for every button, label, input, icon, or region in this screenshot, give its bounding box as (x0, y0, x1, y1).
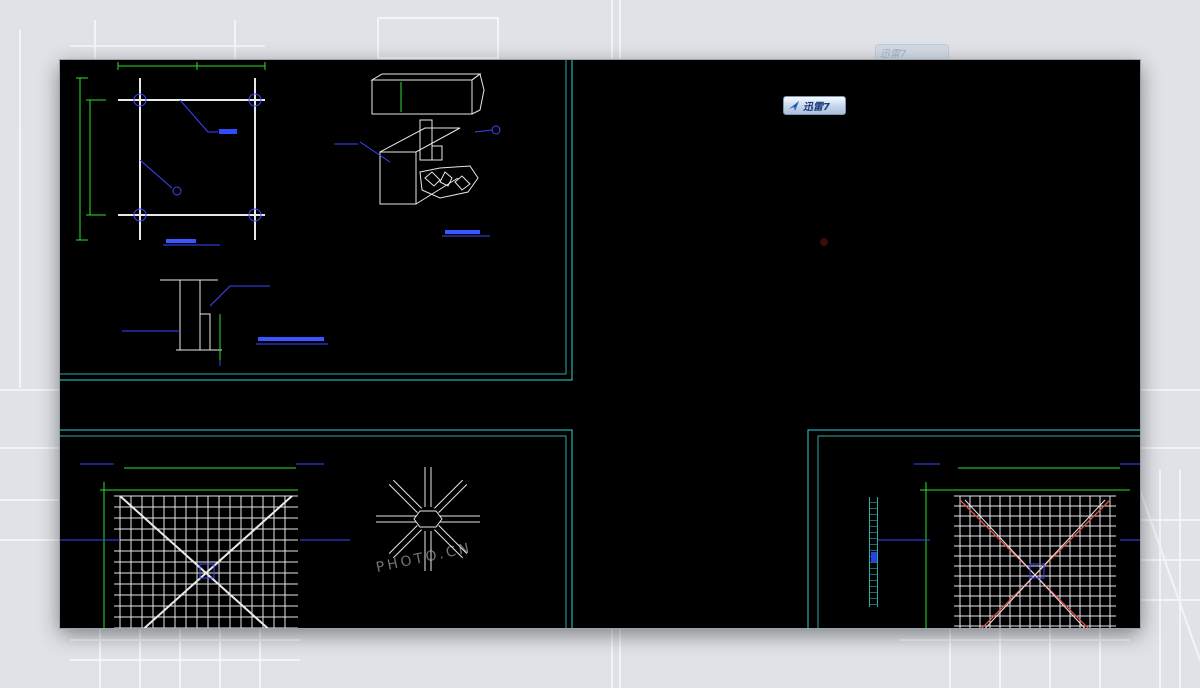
cad-drawing-viewport[interactable] (60, 60, 1140, 628)
xunlei-label: 迅雷7 (803, 102, 830, 113)
column-plan-detail (76, 62, 266, 246)
section-detail (122, 279, 328, 366)
xunlei-bird-icon (789, 100, 799, 111)
drawing-scrollbar[interactable] (869, 497, 878, 607)
roof-framing-plan-right (872, 463, 1140, 628)
background-xunlei-label: 迅雷7 (880, 48, 907, 60)
isometric-connection-detail (334, 73, 501, 237)
stray-cad-marker (820, 238, 828, 246)
drawing-scrollbar-thumb[interactable] (871, 552, 877, 562)
cad-canvas[interactable] (60, 60, 1140, 628)
roof-framing-plan-left (60, 463, 350, 628)
xunlei-taskbar-button[interactable]: 迅雷7 (783, 96, 846, 115)
background-xunlei-button: 迅雷7 (875, 44, 949, 60)
